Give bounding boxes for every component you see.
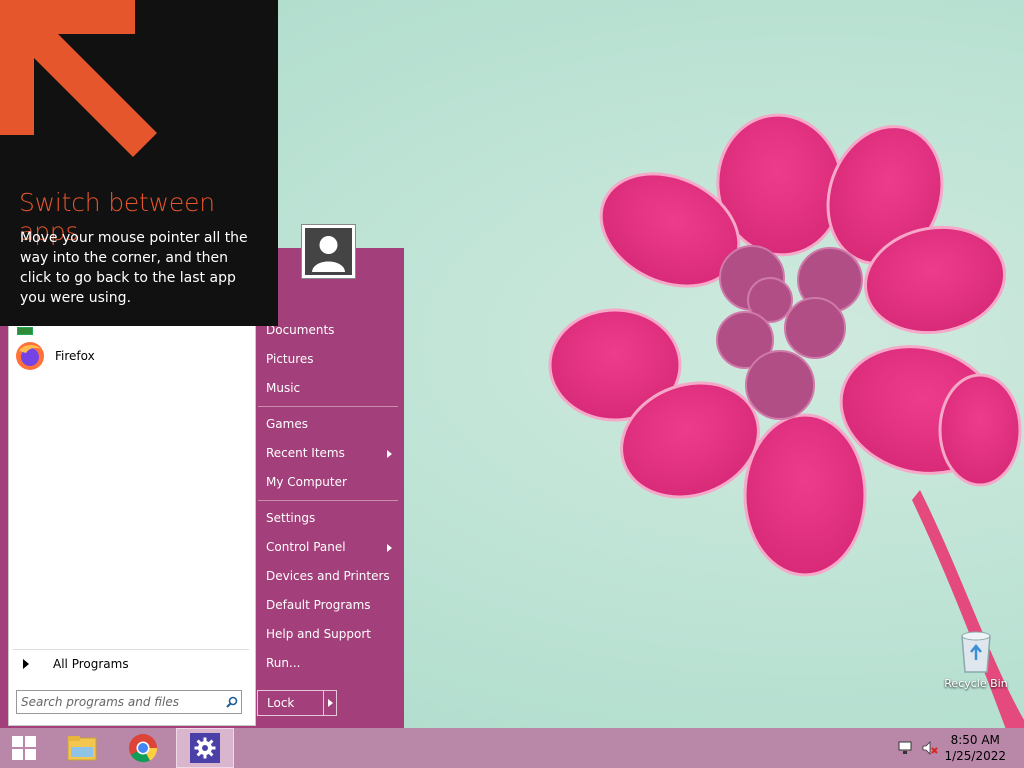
menu-label: Music <box>266 381 301 395</box>
menu-my-computer[interactable]: My Computer <box>258 468 398 497</box>
switch-apps-tooltip: Switch between apps Move your mouse poin… <box>0 0 278 326</box>
menu-label: Run... <box>266 656 301 670</box>
search-icon[interactable] <box>223 693 241 711</box>
menu-separator <box>258 500 398 501</box>
menu-pictures[interactable]: Pictures <box>258 345 398 374</box>
chevron-right-icon <box>327 699 333 707</box>
tooltip-body: Move your mouse pointer all the way into… <box>20 230 248 306</box>
submenu-arrow-icon <box>387 450 392 458</box>
recycle-bin-label: Recycle Bin <box>944 677 1008 690</box>
chrome-icon <box>129 734 158 763</box>
search-box[interactable] <box>16 690 242 714</box>
menu-label: Games <box>266 417 308 431</box>
submenu-arrow-icon <box>387 544 392 552</box>
firefox-icon <box>16 342 44 370</box>
program-firefox[interactable]: Firefox <box>15 341 95 371</box>
volume-muted-icon[interactable] <box>922 740 938 756</box>
menu-control-panel[interactable]: Control Panel <box>258 533 398 562</box>
taskbar-chrome[interactable] <box>119 728 167 768</box>
taskbar-settings[interactable] <box>176 728 234 768</box>
menu-music[interactable]: Music <box>258 374 398 403</box>
all-programs[interactable]: All Programs <box>13 649 249 678</box>
avatar[interactable] <box>301 224 356 279</box>
menu-label: Recent Items <box>266 446 345 460</box>
menu-settings[interactable]: Settings <box>258 504 398 533</box>
user-icon <box>312 236 345 272</box>
menu-documents[interactable]: Documents <box>258 316 398 345</box>
clock[interactable]: 8:50 AM 1/25/2022 <box>944 732 1006 764</box>
expand-arrow-icon <box>23 659 29 669</box>
clock-time: 8:50 AM <box>950 733 1000 747</box>
menu-help-support[interactable]: Help and Support <box>258 620 398 649</box>
menu-label: My Computer <box>266 475 347 489</box>
menu-label: Devices and Printers <box>266 569 390 583</box>
menu-recent-items[interactable]: Recent Items <box>258 439 398 468</box>
menu-label: Pictures <box>266 352 314 366</box>
menu-run[interactable]: Run... <box>258 649 398 678</box>
settings-icon <box>190 733 220 763</box>
corner-arrow-icon <box>0 0 157 157</box>
menu-label: Help and Support <box>266 627 371 641</box>
menu-label: Settings <box>266 511 316 525</box>
search-input[interactable] <box>17 694 223 710</box>
taskbar-file-explorer[interactable] <box>58 728 106 768</box>
program-label: Firefox <box>55 349 95 363</box>
clock-date: 1/25/2022 <box>944 749 1006 763</box>
file-explorer-icon <box>67 736 97 761</box>
menu-label: Control Panel <box>266 540 346 554</box>
power-options-button[interactable] <box>324 691 336 715</box>
start-button[interactable] <box>0 728 48 768</box>
recycle-bin-icon <box>961 631 991 673</box>
menu-label: Default Programs <box>266 598 371 612</box>
lock-button[interactable]: Lock <box>258 691 324 715</box>
menu-games[interactable]: Games <box>258 410 398 439</box>
network-icon[interactable] <box>898 740 914 756</box>
recycle-bin[interactable]: Recycle Bin <box>944 630 1008 690</box>
user-name-link[interactable]: 4 <box>258 292 398 316</box>
windows-logo-icon <box>12 736 36 760</box>
menu-devices-printers[interactable]: Devices and Printers <box>258 562 398 591</box>
taskbar: 8:50 AM 1/25/2022 <box>0 728 1024 768</box>
lock-button-group: Lock <box>257 690 337 716</box>
all-programs-label: All Programs <box>53 657 129 671</box>
program-highlight <box>17 327 33 335</box>
menu-default-programs[interactable]: Default Programs <box>258 591 398 620</box>
menu-separator <box>258 406 398 407</box>
places-menu: 4 Documents Pictures Music Games Recent … <box>258 292 398 678</box>
